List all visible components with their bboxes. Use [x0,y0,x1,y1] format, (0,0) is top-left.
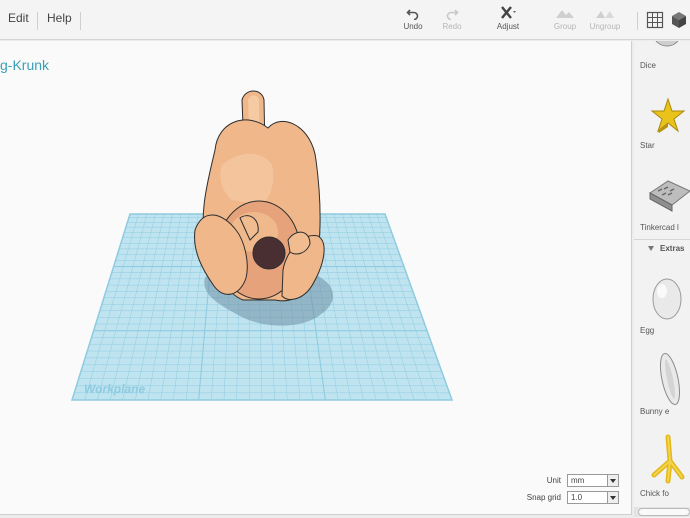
star-icon [650,97,686,133]
design-canvas[interactable]: Workplane g-Krunk Unit mm Snap grid 1.0 [0,41,632,515]
shape-label: Tinkercad l [640,223,679,232]
egg-icon [652,278,682,320]
collapse-arrow-icon [648,246,654,251]
menu-divider [80,12,81,30]
shape-chick-foot[interactable]: Chick fo [634,429,690,509]
grid-view-button[interactable] [646,11,664,29]
panel-horizontal-scrollbar[interactable] [634,507,690,517]
snap-grid-value: 1.0 [571,493,583,502]
chevron-down-icon [607,492,618,503]
chick-foot-icon [651,434,685,484]
ungroup-button[interactable]: Ungroup [583,6,627,38]
group-label: Group [553,22,577,31]
grid-view-icon [646,11,664,29]
workplane-label: Workplane [84,382,145,396]
unit-label: Unit [546,476,561,485]
unit-select[interactable]: mm [567,474,619,487]
view-cube-button[interactable] [670,11,688,29]
shapes-panel: Dice Star Tinkercad l Extras Egg Bunny e… [634,41,690,518]
redo-label: Redo [442,22,462,31]
undo-icon [406,9,419,20]
tinkercad-logo-icon [649,180,690,212]
design-title[interactable]: g-Krunk [0,57,49,73]
shape-dice[interactable]: Dice [634,41,690,73]
hands-ball-model[interactable] [194,90,325,302]
view-cube-icon [672,12,686,28]
undo-button[interactable]: Undo [391,6,435,38]
shape-label: Egg [640,326,655,335]
shape-bunny-ear[interactable]: Bunny e [634,347,690,427]
shape-label: Dice [640,61,657,70]
scene-viewport[interactable]: Workplane [0,41,632,515]
snap-grid-select[interactable]: 1.0 [567,491,619,504]
snap-grid-row: Snap grid 1.0 [527,489,619,506]
shape-label: Chick fo [640,489,669,498]
bunny-ear-icon [659,353,681,405]
dice-icon [655,41,679,47]
extras-title: Extras [660,244,685,253]
group-icon [556,10,574,18]
ungroup-icon [596,11,614,18]
group-button[interactable]: Group [543,6,587,38]
unit-value: mm [571,476,585,485]
shape-tinkercad-logo[interactable]: Tinkercad l [634,169,690,249]
tinkercad-editor: Edit Help Undo Redo Adjust Group Ungroup… [0,0,690,518]
menu-divider [37,12,38,30]
redo-button[interactable]: Redo [430,6,474,38]
undo-label: Undo [403,22,423,31]
shape-star[interactable]: Star [634,91,690,171]
ungroup-label: Ungroup [589,22,621,31]
adjust-icon [501,6,516,19]
menu-edit[interactable]: Edit [8,11,29,25]
redo-icon [446,9,459,20]
adjust-button[interactable]: Adjust [486,6,530,38]
shape-egg[interactable]: Egg [634,269,690,349]
shape-label: Star [640,141,655,150]
extras-section-header[interactable]: Extras [634,239,690,257]
scrollbar-thumb[interactable] [638,508,690,516]
shape-label: Bunny e [640,407,670,416]
chevron-down-icon [607,475,618,486]
adjust-label: Adjust [496,22,520,31]
snap-grid-label: Snap grid [526,493,561,502]
top-toolbar: Edit Help Undo Redo Adjust Group Ungroup [0,0,690,40]
unit-row: Unit mm [527,472,619,489]
toolbar-divider [637,12,638,30]
menu-help[interactable]: Help [47,11,72,25]
canvas-settings: Unit mm Snap grid 1.0 [527,472,619,506]
